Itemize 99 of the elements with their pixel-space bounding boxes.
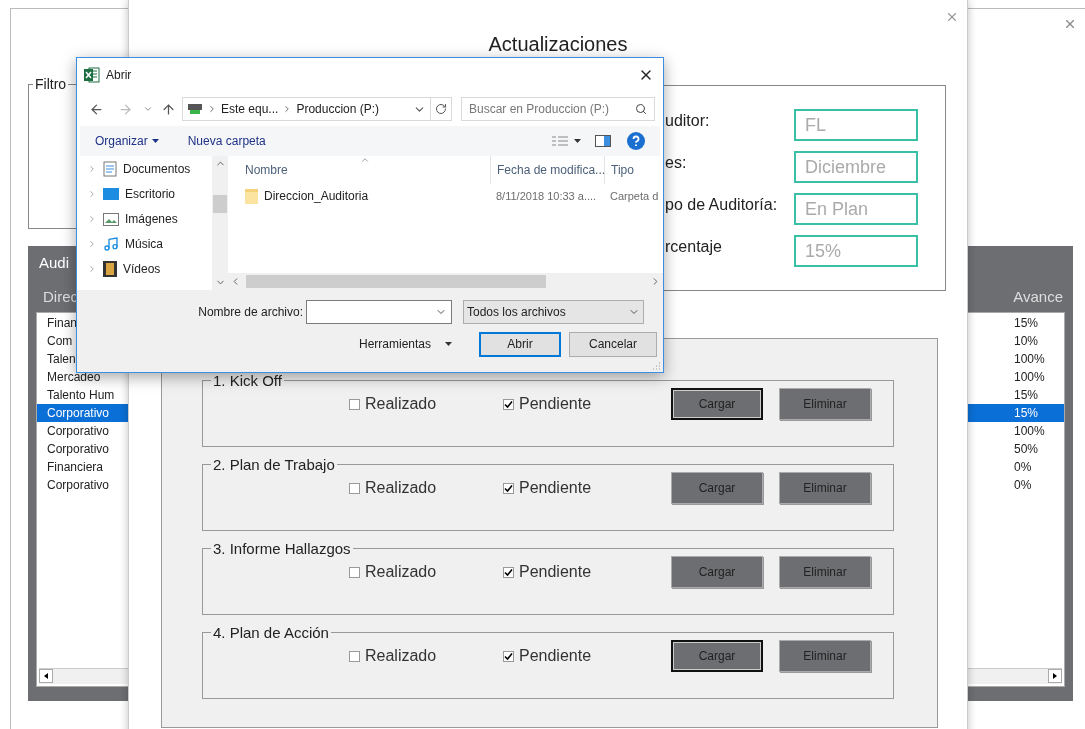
recent-locations-icon[interactable]: [143, 104, 153, 114]
checkbox[interactable]: [503, 398, 514, 410]
group-title: Filtro: [34, 77, 68, 91]
dialog-button[interactable]: Cancelar: [569, 331, 658, 357]
preview-pane-icon[interactable]: [595, 135, 611, 147]
tools-menu[interactable]: Herramientas: [359, 335, 453, 353]
table-cell-text: 15%: [1014, 387, 1040, 404]
back-icon[interactable]: [89, 101, 104, 117]
table-cell-text: Talen: [47, 351, 77, 368]
field-label: uditor:: [665, 111, 711, 131]
navigation-item[interactable]: Música: [87, 235, 212, 253]
music-note-icon: [103, 236, 119, 252]
table-cell-text: Carpeta d: [609, 188, 659, 204]
checkbox[interactable]: [349, 398, 360, 410]
scroll-left-icon[interactable]: [39, 669, 53, 683]
group-title: 4. Plan de Acción: [212, 625, 330, 640]
folder-icon: [245, 188, 258, 204]
table-cell-text: 50%: [1014, 441, 1040, 458]
window-title: Actualizaciones: [488, 34, 628, 55]
field-label: po de Auditoría:: [665, 195, 779, 215]
dialog-title: Abrir: [106, 67, 132, 84]
new-folder-button[interactable]: Nueva carpeta: [187, 132, 266, 150]
dialog-button[interactable]: Abrir: [479, 331, 562, 357]
navigation-item[interactable]: Vídeos: [87, 260, 212, 278]
column-header: Avance: [1013, 286, 1063, 307]
caret-icon: [151, 139, 159, 143]
file-row[interactable]: Direccion_Auditoria 8/11/2018 10:33 a.... Carpeta d: [228, 184, 663, 208]
help-icon[interactable]: [627, 132, 645, 150]
table-cell-text: Talento Hum: [47, 387, 116, 404]
breadcrumb-separator-icon: [207, 104, 217, 114]
field-label: rcentaje: [665, 237, 723, 257]
navigation-item[interactable]: Documentos: [87, 160, 212, 178]
file-name: Direccion_Auditoria: [264, 188, 369, 205]
forward-icon[interactable]: [118, 101, 133, 117]
checkbox[interactable]: [503, 566, 514, 578]
checkbox-label: Pendiente: [519, 478, 592, 498]
sort-icon: [360, 155, 370, 165]
scroll-right-icon[interactable]: [1048, 669, 1062, 683]
checkbox-label: Realizado: [365, 646, 437, 666]
checkbox[interactable]: [349, 482, 360, 494]
filename-field[interactable]: [306, 300, 452, 324]
checkbox-label: Pendiente: [519, 646, 592, 666]
expand-icon[interactable]: [87, 189, 97, 199]
checkbox[interactable]: [503, 650, 514, 662]
navigation-item[interactable]: Imágenes: [87, 210, 212, 228]
checkbox-label: Realizado: [365, 394, 437, 414]
group-title: 3. Informe Hallazgos: [212, 541, 352, 556]
column-header[interactable]: Fecha de modifica...: [490, 156, 604, 184]
table-cell-text: Corporativo: [47, 441, 111, 458]
expand-icon[interactable]: [87, 264, 97, 274]
table-cell-text: 15%: [1014, 315, 1040, 332]
breadcrumb[interactable]: Este equ...: [221, 100, 279, 118]
expand-icon[interactable]: [87, 239, 97, 249]
table-cell-text: 100%: [1014, 423, 1046, 440]
checkbox-label: Realizado: [365, 562, 437, 582]
checkbox[interactable]: [503, 482, 514, 494]
expand-icon[interactable]: [87, 164, 97, 174]
checkbox-label: Realizado: [365, 478, 437, 498]
column-header[interactable]: Tipo: [604, 156, 634, 184]
checkbox[interactable]: [349, 566, 360, 578]
table-cell-text: 100%: [1014, 351, 1046, 368]
caret-icon: [445, 342, 453, 346]
horizontal-scrollbar[interactable]: [228, 273, 663, 290]
refresh-icon[interactable]: [435, 103, 447, 115]
group-title: 1. Kick Off: [212, 373, 283, 388]
view-options-icon[interactable]: [552, 135, 582, 147]
table-cell-text: 8/11/2018 10:33 a....: [495, 188, 598, 204]
organize-menu[interactable]: Organizar: [95, 132, 159, 150]
panel-title: Audi: [39, 253, 70, 272]
field-label: Nombre de archivo:: [197, 304, 304, 321]
group-title: 2. Plan de Trabajo: [212, 457, 336, 472]
table-cell-text: 15%: [1014, 405, 1040, 422]
document-icon: [103, 161, 117, 177]
scrollbar-thumb[interactable]: [246, 275, 546, 288]
file-type-select[interactable]: Todos los archivos: [463, 300, 644, 324]
desktop-icon: [103, 187, 119, 201]
address-bar[interactable]: Este equ... Produccion (P:): [182, 97, 452, 121]
image-icon: [103, 212, 119, 226]
checkbox-label: Pendiente: [519, 394, 592, 414]
navigation-item[interactable]: Escritorio: [87, 185, 212, 203]
spreadsheet-app-icon: [84, 67, 100, 83]
up-icon[interactable]: [161, 101, 176, 117]
table-cell-text: Finan: [47, 315, 79, 332]
search-icon[interactable]: [635, 103, 647, 115]
checkbox-label: Pendiente: [519, 562, 592, 582]
column-header: Direc: [43, 286, 78, 307]
column-header[interactable]: Nombre: [228, 156, 490, 184]
network-drive-icon: [187, 103, 203, 115]
resize-grip-icon[interactable]: [653, 362, 661, 370]
scrollbar-thumb[interactable]: [213, 195, 227, 213]
field-label: es:: [665, 153, 688, 173]
checkbox[interactable]: [349, 650, 360, 662]
table-cell-text: Corporativo: [47, 423, 111, 440]
vertical-scrollbar[interactable]: [212, 156, 228, 290]
search-field[interactable]: Buscar en Produccion (P:): [461, 97, 655, 121]
breadcrumb[interactable]: Produccion (P:): [296, 100, 380, 118]
table-cell-text: Corporativo: [47, 405, 111, 422]
film-icon: [103, 261, 117, 277]
expand-icon[interactable]: [87, 214, 97, 224]
